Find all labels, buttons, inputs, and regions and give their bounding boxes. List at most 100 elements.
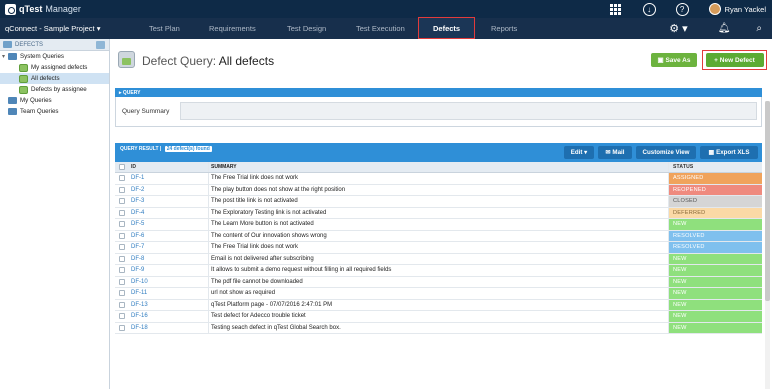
nav-bar: qConnect - Sample Project ▾ Test Plan Re… [0, 17, 772, 39]
qtest-logo-icon [5, 3, 16, 15]
export-xls-button[interactable]: ▦ Export XLS [700, 146, 758, 159]
row-checkbox[interactable] [119, 221, 125, 228]
row-checkbox[interactable] [119, 244, 125, 251]
row-checkbox[interactable] [119, 290, 125, 297]
row-checkbox[interactable] [119, 255, 125, 262]
table-row[interactable]: DF-10 The pdf file cannot be downloaded NE… [115, 276, 762, 288]
collapse-panel-icon[interactable] [96, 41, 105, 49]
scrollbar-thumb[interactable] [765, 101, 770, 301]
query-result-header: QUERY RESULT | 24 defect(s) found Edit ▾… [115, 143, 762, 162]
status-badge: REOPENED [669, 184, 762, 195]
defect-summary: url not show as required [209, 288, 669, 299]
page-title: Defect Query: All defects [142, 54, 275, 68]
tab-test-design[interactable]: Test Design [287, 18, 326, 39]
save-as-button[interactable]: ▣ Save As [651, 53, 697, 67]
save-icon: ▣ [657, 57, 666, 64]
bell-icon[interactable]: 🔔︎ [718, 23, 731, 34]
row-checkbox[interactable] [119, 209, 125, 216]
row-checkbox[interactable] [119, 232, 125, 239]
defect-id-link[interactable]: DF-6 [129, 230, 209, 241]
sidebar-item-system-queries[interactable]: ▾ System Queries [0, 51, 109, 62]
apps-grid-icon[interactable] [609, 3, 621, 15]
row-checkbox[interactable] [119, 267, 125, 274]
avatar[interactable] [708, 3, 721, 15]
defect-summary: Test defect for Adecco trouble ticket [209, 311, 669, 322]
row-checkbox[interactable] [119, 175, 125, 182]
table-row[interactable]: DF-4 The Exploratory Testing link is not … [115, 207, 762, 219]
row-checkbox[interactable] [119, 313, 125, 320]
user-name[interactable]: Ryan Yackel [725, 5, 766, 14]
status-badge: RESOLVED [669, 242, 762, 253]
select-all-checkbox[interactable] [119, 164, 125, 170]
app-subtitle: Manager [45, 4, 81, 14]
defect-summary: Testing seach defect in qTest Global Sea… [209, 322, 669, 333]
defect-id-link[interactable]: DF-2 [129, 184, 209, 195]
table-row[interactable]: DF-1 The Free Trial link does not work ASS… [115, 173, 762, 185]
table-row[interactable]: DF-11 url not show as required NEW [115, 288, 762, 300]
table-row[interactable]: DF-5 The Learn More button is not activat… [115, 219, 762, 231]
sidebar-item-defects-by-assignee[interactable]: Defects by assignee [0, 84, 109, 95]
defect-id-link[interactable]: DF-1 [129, 173, 209, 184]
status-badge: RESOLVED [669, 230, 762, 241]
mail-button[interactable]: ✉ Mail [598, 146, 632, 159]
project-selector[interactable]: qConnect - Sample Project ▾ [5, 24, 143, 33]
defect-summary: The Free Trial link does not work [209, 173, 669, 184]
defect-id-link[interactable]: DF-10 [129, 276, 209, 287]
defect-id-link[interactable]: DF-13 [129, 299, 209, 310]
row-checkbox[interactable] [119, 198, 125, 205]
table-row[interactable]: DF-6 The content of Our innovation shows … [115, 230, 762, 242]
defect-id-link[interactable]: DF-8 [129, 253, 209, 264]
customize-view-button[interactable]: Customize View [636, 146, 696, 159]
table-row[interactable]: DF-18 Testing seach defect in qTest Globa… [115, 322, 762, 334]
status-badge: NEW [669, 265, 762, 276]
sidebar-item-my-queries[interactable]: My Queries [0, 95, 109, 106]
download-icon[interactable]: ↓ [642, 2, 656, 16]
status-badge: ASSIGNED [669, 173, 762, 184]
edit-dropdown-button[interactable]: Edit ▾ [564, 146, 594, 159]
query-section-header[interactable]: ▸ QUERY [115, 88, 762, 97]
table-header: ID SUMMARY STATUS [115, 162, 762, 173]
sidebar-item-all-defects[interactable]: All defects [0, 73, 109, 84]
tab-test-execution[interactable]: Test Execution [356, 18, 405, 39]
status-badge: NEW [669, 322, 762, 333]
scrollbar[interactable] [765, 101, 770, 389]
column-header-summary[interactable]: SUMMARY [209, 162, 669, 172]
defect-id-link[interactable]: DF-16 [129, 311, 209, 322]
query-icon [19, 74, 28, 83]
table-row[interactable]: DF-8 Email is not delivered after subscri… [115, 253, 762, 265]
row-checkbox[interactable] [119, 301, 125, 308]
tab-test-plan[interactable]: Test Plan [149, 18, 180, 39]
row-checkbox[interactable] [119, 186, 125, 193]
defect-id-link[interactable]: DF-11 [129, 288, 209, 299]
column-header-status[interactable]: STATUS [669, 162, 762, 172]
table-row[interactable]: DF-2 The play button does not show at the… [115, 184, 762, 196]
defect-id-link[interactable]: DF-7 [129, 242, 209, 253]
defect-id-link[interactable]: DF-18 [129, 322, 209, 333]
table-row[interactable]: DF-16 Test defect for Adecco trouble tick… [115, 311, 762, 323]
defect-id-link[interactable]: DF-3 [129, 196, 209, 207]
new-defect-button[interactable]: + New Defect [705, 53, 764, 67]
folder-icon [8, 108, 17, 115]
table-row[interactable]: DF-9 It allows to submit a demo request w… [115, 265, 762, 277]
help-icon[interactable]: ? [675, 2, 689, 16]
column-header-id[interactable]: ID [129, 162, 209, 172]
defect-id-link[interactable]: DF-5 [129, 219, 209, 230]
row-checkbox[interactable] [119, 278, 125, 285]
app-logo[interactable]: qTest Manager [5, 3, 81, 15]
gear-icon[interactable]: ⚙ ▾ [669, 22, 687, 35]
table-row[interactable]: DF-7 The Free Trial link does not work RES… [115, 242, 762, 254]
search-icon[interactable]: ⌕ [756, 23, 762, 34]
defect-summary: The Exploratory Testing link is not acti… [209, 207, 669, 218]
sidebar-item-team-queries[interactable]: Team Queries [0, 106, 109, 117]
tab-defects[interactable]: Defects [418, 17, 476, 39]
defect-id-link[interactable]: DF-4 [129, 207, 209, 218]
status-badge: NEW [669, 276, 762, 287]
defect-summary: The Learn More button is not activated [209, 219, 669, 230]
table-row[interactable]: DF-3 The post title link is not activated… [115, 196, 762, 208]
tab-reports[interactable]: Reports [491, 18, 517, 39]
table-row[interactable]: DF-13 qTest Platform page - 07/07/2016 2:… [115, 299, 762, 311]
defect-id-link[interactable]: DF-9 [129, 265, 209, 276]
sidebar-item-my-assigned-defects[interactable]: My assigned defects [0, 62, 109, 73]
tab-requirements[interactable]: Requirements [209, 18, 256, 39]
row-checkbox[interactable] [119, 324, 125, 331]
